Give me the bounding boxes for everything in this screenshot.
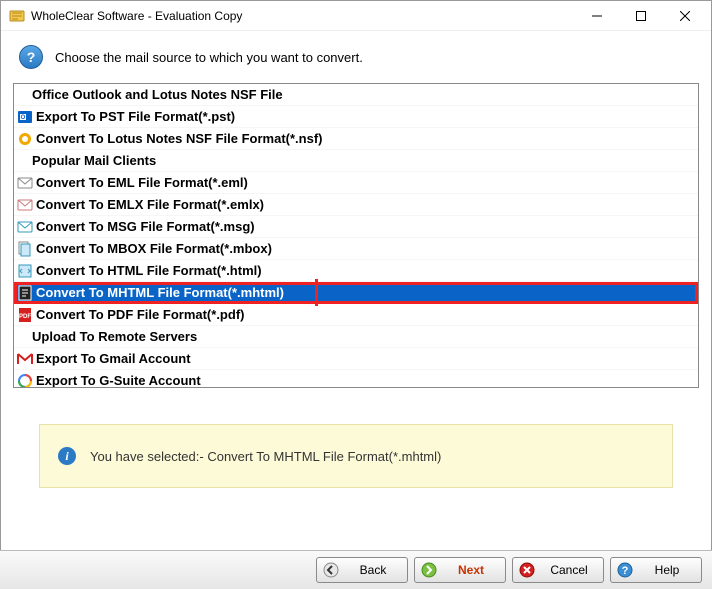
- list-item-label: Convert To MHTML File Format(*.mhtml): [36, 285, 284, 300]
- help-button[interactable]: ? Help: [610, 557, 702, 583]
- mhtml-icon: [17, 285, 33, 301]
- list-item[interactable]: Convert To EML File Format(*.eml): [14, 172, 698, 194]
- list-item-label: Convert To EMLX File Format(*.emlx): [36, 197, 264, 212]
- list-item-label: Convert To PDF File Format(*.pdf): [36, 307, 244, 322]
- minimize-button[interactable]: [575, 2, 619, 30]
- list-item[interactable]: Export To Gmail Account: [14, 348, 698, 370]
- list-item[interactable]: Export To G-Suite Account: [14, 370, 698, 387]
- eml-icon: [17, 175, 33, 191]
- list-item-label: Convert To MBOX File Format(*.mbox): [36, 241, 272, 256]
- back-button[interactable]: Back: [316, 557, 408, 583]
- arrow-left-icon: [323, 562, 339, 578]
- maximize-button[interactable]: [619, 2, 663, 30]
- list-item[interactable]: Convert To MHTML File Format(*.mhtml): [14, 282, 698, 304]
- status-text: You have selected:- Convert To MHTML Fil…: [90, 449, 441, 464]
- list-item-label: Export To PST File Format(*.pst): [36, 109, 235, 124]
- status-panel: i You have selected:- Convert To MHTML F…: [39, 424, 673, 488]
- svg-text:PDF: PDF: [19, 314, 31, 320]
- list-item-label: Export To Gmail Account: [36, 351, 191, 366]
- list-item[interactable]: Convert To MBOX File Format(*.mbox): [14, 238, 698, 260]
- list-item-label: Convert To Lotus Notes NSF File Format(*…: [36, 131, 323, 146]
- help-label: Help: [639, 563, 695, 577]
- cancel-button[interactable]: Cancel: [512, 557, 604, 583]
- svg-text:O: O: [21, 115, 26, 121]
- msg-icon: [17, 219, 33, 235]
- cancel-icon: [519, 562, 535, 578]
- gmail-icon: [17, 351, 33, 367]
- list-item-label: Export To G-Suite Account: [36, 373, 201, 387]
- list-item[interactable]: Convert To HTML File Format(*.html): [14, 260, 698, 282]
- footer: Back Next Cancel ? Help: [0, 550, 712, 589]
- nsf-icon: [17, 131, 33, 147]
- back-label: Back: [345, 563, 401, 577]
- cancel-label: Cancel: [541, 563, 597, 577]
- question-icon: ?: [19, 45, 43, 69]
- list-heading: Upload To Remote Servers: [14, 326, 698, 348]
- list-heading: Office Outlook and Lotus Notes NSF File: [14, 84, 698, 106]
- list-item-label: Upload To Remote Servers: [32, 329, 197, 344]
- info-icon: i: [58, 447, 76, 465]
- list-item[interactable]: Convert To MSG File Format(*.msg): [14, 216, 698, 238]
- list-item-label: Convert To HTML File Format(*.html): [36, 263, 262, 278]
- header: ? Choose the mail source to which you wa…: [1, 31, 711, 83]
- mbox-icon: [17, 241, 33, 257]
- list-item[interactable]: Convert To EMLX File Format(*.emlx): [14, 194, 698, 216]
- svg-text:?: ?: [622, 565, 629, 577]
- titlebar: WholeClear Software - Evaluation Copy: [1, 1, 711, 31]
- outlook-icon: O: [17, 109, 33, 125]
- emlx-icon: [17, 197, 33, 213]
- list-heading: Popular Mail Clients: [14, 150, 698, 172]
- next-label: Next: [443, 563, 499, 577]
- list-item-label: Office Outlook and Lotus Notes NSF File: [32, 87, 283, 102]
- html-icon: [17, 263, 33, 279]
- pdf-icon: PDF: [17, 307, 33, 323]
- list-item[interactable]: Convert To Lotus Notes NSF File Format(*…: [14, 128, 698, 150]
- list-item-label: Popular Mail Clients: [32, 153, 156, 168]
- next-button[interactable]: Next: [414, 557, 506, 583]
- window-title: WholeClear Software - Evaluation Copy: [31, 9, 575, 23]
- list-item-label: Convert To MSG File Format(*.msg): [36, 219, 255, 234]
- format-list-container: Office Outlook and Lotus Notes NSF File O…: [13, 83, 699, 388]
- gsuite-icon: [17, 373, 33, 388]
- header-text: Choose the mail source to which you want…: [55, 50, 363, 65]
- arrow-right-icon: [421, 562, 437, 578]
- list-item[interactable]: PDF Convert To PDF File Format(*.pdf): [14, 304, 698, 326]
- list-item-label: Convert To EML File Format(*.eml): [36, 175, 248, 190]
- app-icon: [9, 8, 25, 24]
- list-item[interactable]: O Export To PST File Format(*.pst): [14, 106, 698, 128]
- close-button[interactable]: [663, 2, 707, 30]
- help-icon: ?: [617, 562, 633, 578]
- format-list[interactable]: Office Outlook and Lotus Notes NSF File O…: [14, 84, 698, 387]
